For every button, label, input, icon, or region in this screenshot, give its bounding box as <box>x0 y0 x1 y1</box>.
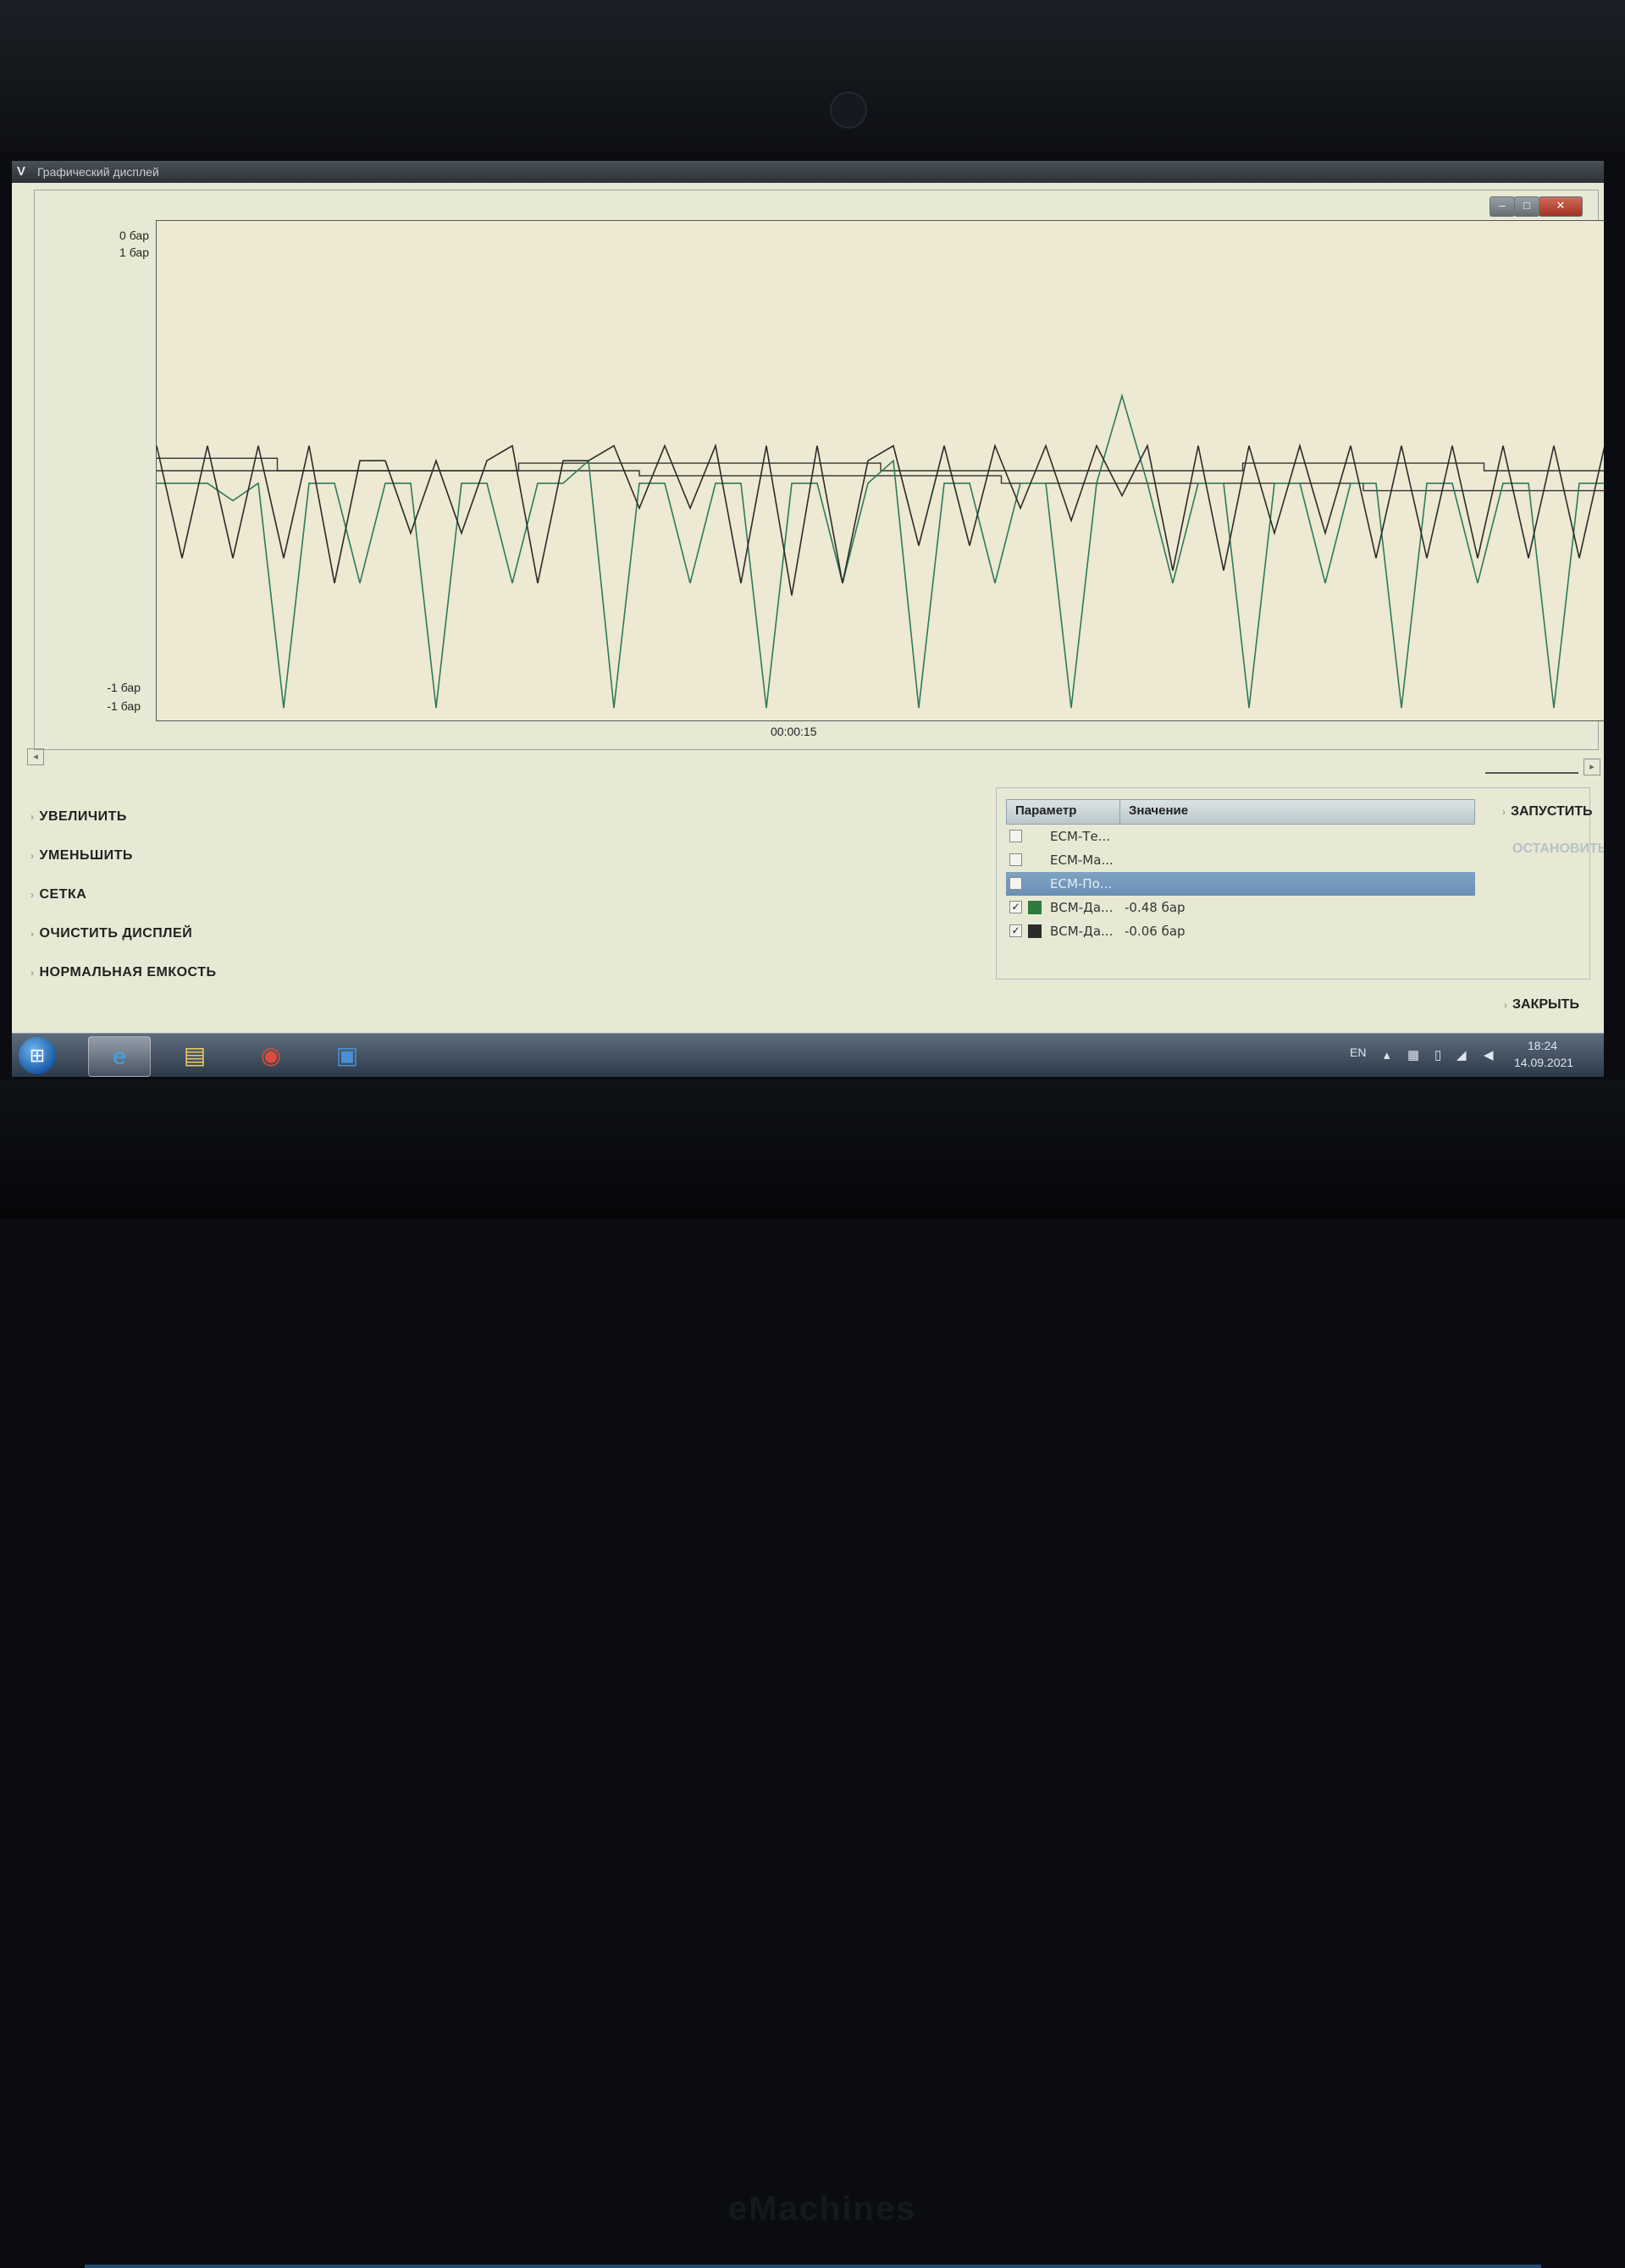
param-name: ВСМ-Да... <box>1050 924 1114 939</box>
x-axis-time-label: 00:00:15 <box>771 725 817 738</box>
param-name: ВСМ-Да... <box>1050 900 1114 915</box>
param-value: -0.06 бар <box>1125 924 1186 939</box>
window-title: Графический дисплей <box>37 165 159 179</box>
clear-display-label: ОЧИСТИТЬ ДИСПЛЕЙ <box>39 926 193 941</box>
app-icon: V <box>17 164 26 179</box>
baseline-step-line <box>157 470 1604 492</box>
internet-explorer-icon[interactable]: e <box>88 1036 151 1077</box>
battery-icon[interactable]: ▯ <box>1434 1047 1441 1062</box>
chevron-right-icon: › <box>30 811 35 823</box>
color-swatch <box>1028 924 1042 938</box>
stop-label: ОСТАНОВИТЬ <box>1512 842 1604 856</box>
tray-expand-icon[interactable]: ▴ <box>1384 1047 1390 1062</box>
chevron-right-icon: › <box>30 850 35 862</box>
close-button[interactable]: › ЗАКРЫТЬ <box>1504 997 1579 1013</box>
parameter-rows: ECM-Те... ECM-Ма... ECM-По... ✓ ВСМ-Да... -0.… <box>1006 825 1475 943</box>
table-header: Параметр Значение <box>1006 799 1475 825</box>
table-row[interactable]: ECM-По... <box>1006 872 1475 896</box>
chart-plot-area <box>156 220 1604 721</box>
clear-display-button[interactable]: › ОЧИСТИТЬ ДИСПЛЕЙ <box>30 926 192 941</box>
grid-label: СЕТКА <box>39 887 87 902</box>
file-explorer-icon[interactable]: ▤ <box>164 1036 225 1075</box>
color-swatch <box>1028 901 1042 914</box>
parameter-table: Параметр Значение ECM-Те... ECM-Ма... ECM-… <box>1006 799 1475 943</box>
param-name: ECM-По... <box>1050 876 1113 891</box>
row-checkbox[interactable]: ✓ <box>1009 924 1022 937</box>
scroll-right-arrow-icon[interactable]: ▸ <box>1584 759 1600 775</box>
column-header-parameter[interactable]: Параметр <box>1007 800 1120 824</box>
save-disk-icon[interactable]: ▣ <box>317 1036 378 1075</box>
chevron-right-icon: › <box>1502 806 1506 818</box>
table-row[interactable]: ECM-Те... <box>1006 825 1475 848</box>
line-chart <box>157 393 1604 709</box>
normal-capacity-button[interactable]: › НОРМАЛЬНАЯ ЕМКОСТЬ <box>30 965 216 980</box>
y-tick-label: 0 бар <box>119 229 149 242</box>
y-tick-label: -1 бар <box>107 681 141 694</box>
column-header-value[interactable]: Значение <box>1120 800 1474 824</box>
window-titlebar: V Графический дисплей <box>12 161 1604 183</box>
start-orb-icon[interactable]: ⊞ <box>19 1037 56 1074</box>
y-tick-label: 1 бар <box>119 246 149 259</box>
language-indicator[interactable]: EN <box>1350 1046 1366 1059</box>
screen: V Графический дисплей – □ ✕ 0 бар 1 бар … <box>12 161 1604 1077</box>
param-name: ECM-Те... <box>1050 829 1111 844</box>
row-checkbox[interactable]: ✓ <box>1009 901 1022 913</box>
row-checkbox[interactable] <box>1009 877 1022 890</box>
keyboard-edge <box>85 2265 1541 2268</box>
row-checkbox[interactable] <box>1009 830 1022 842</box>
series-line-1 <box>157 393 1604 709</box>
brand-logo: eMachines <box>728 2190 917 2227</box>
zoom-out-label: УМЕНЬШИТЬ <box>39 848 133 863</box>
start-label: ЗАПУСТИТЬ <box>1511 804 1593 819</box>
y-tick-label: -1 бар <box>107 699 141 713</box>
laptop-bezel-top <box>0 0 1625 152</box>
chevron-right-icon: › <box>30 967 35 979</box>
chevron-right-icon: › <box>30 928 35 940</box>
param-name: ECM-Ма... <box>1050 853 1114 868</box>
tray-app-icon[interactable]: ▦ <box>1407 1047 1419 1062</box>
table-row[interactable]: ECM-Ма... <box>1006 848 1475 872</box>
zoom-in-button[interactable]: › УВЕЛИЧИТЬ <box>30 809 127 825</box>
webcam <box>830 91 867 129</box>
volume-icon[interactable]: ◀ <box>1484 1047 1494 1062</box>
start-button[interactable]: › ЗАПУСТИТЬ <box>1502 804 1593 819</box>
scroll-left-arrow-icon[interactable]: ◂ <box>27 748 44 765</box>
zoom-in-label: УВЕЛИЧИТЬ <box>39 809 127 824</box>
scrollbar-thumb[interactable] <box>1485 772 1578 774</box>
clock-time[interactable]: 18:24 <box>1528 1039 1557 1052</box>
close-label: ЗАКРЫТЬ <box>1512 997 1579 1012</box>
laptop-bezel-bottom: eMachines <box>0 1079 1625 2268</box>
windows-taskbar: ⊞ e ▤ ◉ ▣ EN ▴ ▦ ▯ ◢ ◀ 18:24 14.09.2021 <box>12 1033 1604 1077</box>
param-value: -0.48 бар <box>1125 900 1186 915</box>
row-checkbox[interactable] <box>1009 853 1022 866</box>
chevron-right-icon: › <box>1504 999 1507 1011</box>
table-row[interactable]: ✓ ВСМ-Да... -0.48 бар <box>1006 896 1475 919</box>
zoom-out-button[interactable]: › УМЕНЬШИТЬ <box>30 848 133 864</box>
table-row[interactable]: ✓ ВСМ-Да... -0.06 бар <box>1006 919 1475 943</box>
network-icon[interactable]: ◢ <box>1456 1047 1467 1062</box>
normal-capacity-label: НОРМАЛЬНАЯ ЕМКОСТЬ <box>39 965 217 979</box>
chevron-right-icon: › <box>30 889 35 901</box>
grid-button[interactable]: › СЕТКА <box>30 887 86 902</box>
chrome-icon[interactable]: ◉ <box>240 1036 301 1075</box>
stop-button[interactable]: ОСТАНОВИТЬ <box>1512 842 1604 857</box>
clock-date[interactable]: 14.09.2021 <box>1514 1056 1573 1069</box>
